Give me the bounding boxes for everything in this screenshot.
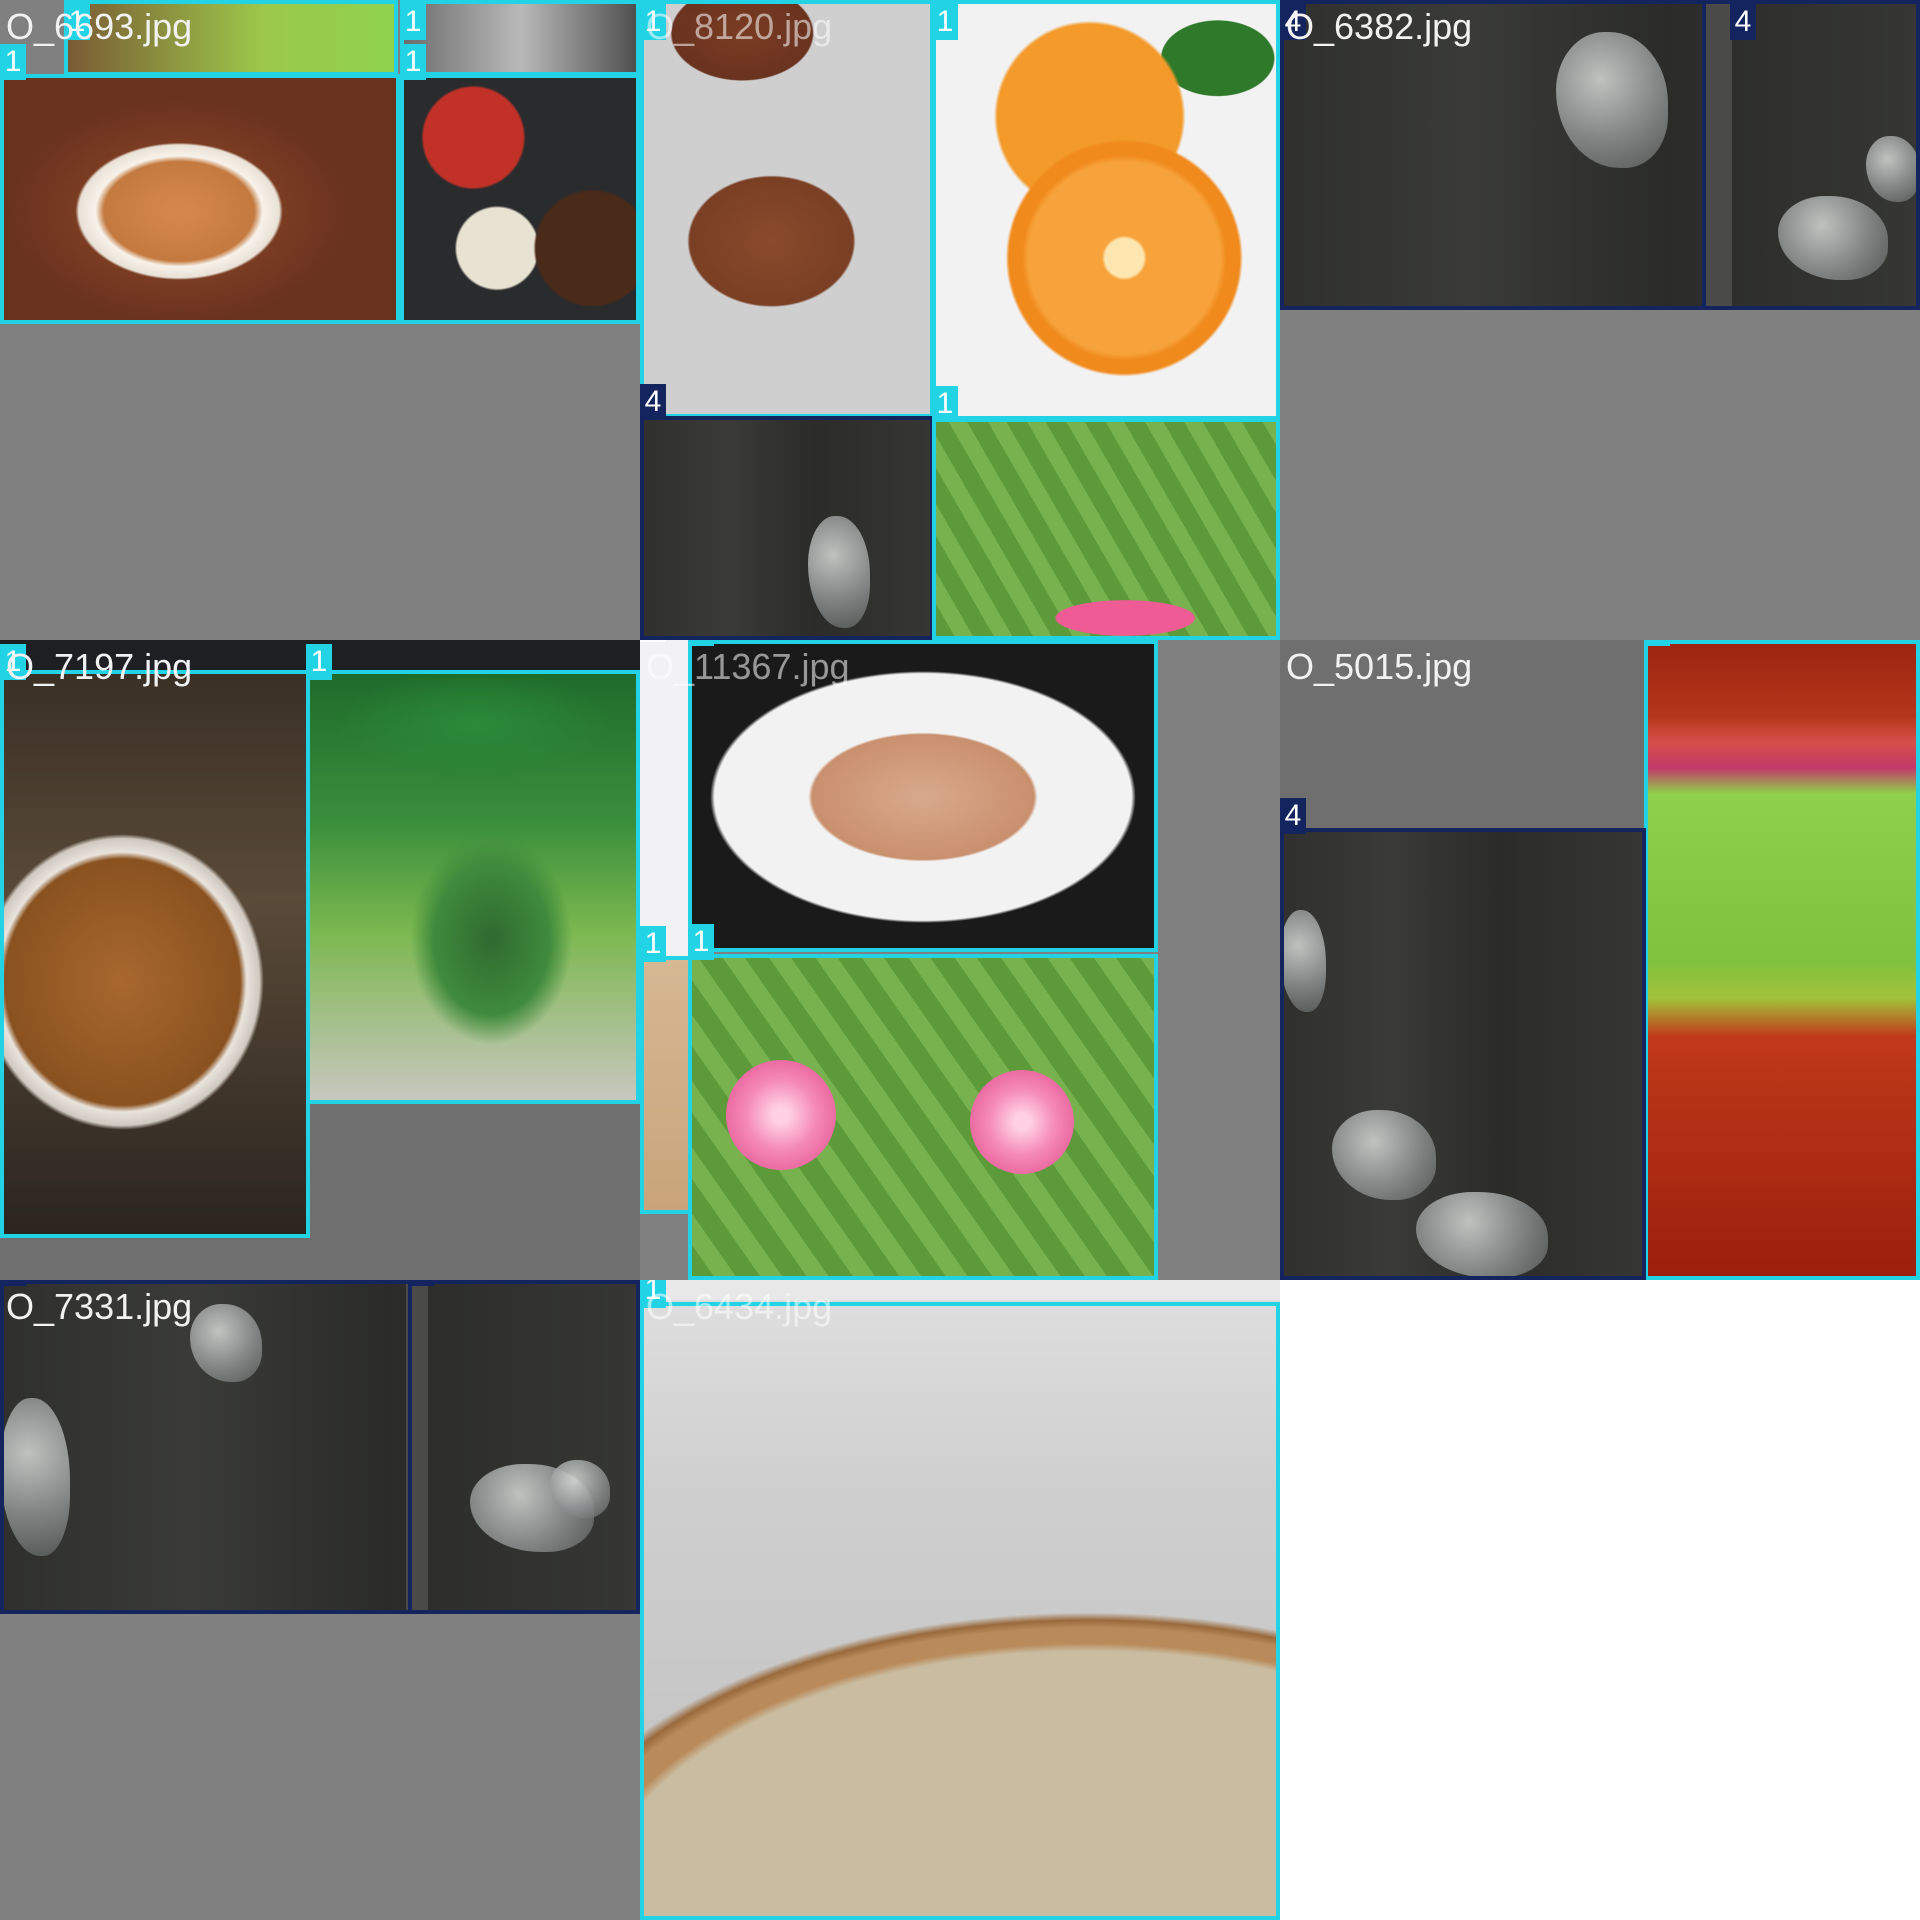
tile-o-5015: O_5015.jpg 1 4 [1280,640,1920,1280]
detection-box: 1 [0,44,400,324]
detection-box: 1 [1644,640,1920,1280]
detection-box: 4 [1280,798,1646,1280]
class-label: 1 [306,644,332,680]
class-label: 1 [0,44,26,80]
tile-o-6382: O_6382.jpg 4 4 [1280,0,1920,640]
tile-o-6434: O_6434.jpg 1 [640,1280,1280,1920]
detection-box: 1 [932,386,1280,640]
detection-box: 1 [640,0,934,418]
tile-o-7197: O_7197.jpg 1 1 [0,640,640,1280]
detection-box: 1 [932,0,1280,420]
tile-filename: O_5015.jpg [1286,646,1473,687]
tile-o-6693: O_6693.jpg 1 1 1 1 [0,0,640,640]
class-label: 1 [640,926,666,962]
tile-filename: O_7197.jpg [6,646,193,687]
class-label: 4 [408,1280,434,1286]
class-label: 1 [400,44,426,80]
class-label: 1 [932,386,958,422]
class-label: 4 [1280,798,1306,834]
tile-filename: O_8120.jpg [646,6,833,47]
class-label: 1 [688,924,714,960]
tile-filename: O_7331.jpg [6,1286,193,1327]
detection-box: 1 [400,44,640,324]
tile-filename: O_6693.jpg [6,6,193,47]
detection-box: 1 [688,924,1158,1280]
tile-filename: O_11367.jpg [646,646,850,687]
class-label: 2 [640,640,666,642]
detection-box: 1 [640,1280,1280,1920]
class-label: 1 [932,4,958,40]
detection-box: 1 [640,926,692,1214]
tile-o-8120: O_8120.jpg 1 1 4 1 [640,0,1280,640]
detection-box: 4 [0,1280,412,1614]
detection-box: 1 [400,0,640,76]
class-label: 4 [1730,4,1756,40]
detection-box: 1 [0,644,310,1238]
tile-o-11367: O_11367.jpg 2 1 1 1 [640,640,1280,1280]
detection-box: 4 [408,1280,640,1614]
tile-filename: O_6434.jpg [646,1286,833,1327]
detection-box: 4 [1702,0,1920,310]
detection-box: 1 [306,644,640,1104]
class-label: 4 [640,384,666,420]
class-label: 1 [400,4,426,40]
tile-o-7331: O_7331.jpg 4 4 [0,1280,640,1920]
detection-box: 4 [640,384,934,640]
detection-mosaic: O_6693.jpg 1 1 1 1 O_8120.jpg 1 1 4 1 O_… [0,0,1920,1920]
tile-filename: O_6382.jpg [1286,6,1473,47]
tile-empty [1280,1280,1920,1920]
class-label: 1 [1644,640,1670,646]
